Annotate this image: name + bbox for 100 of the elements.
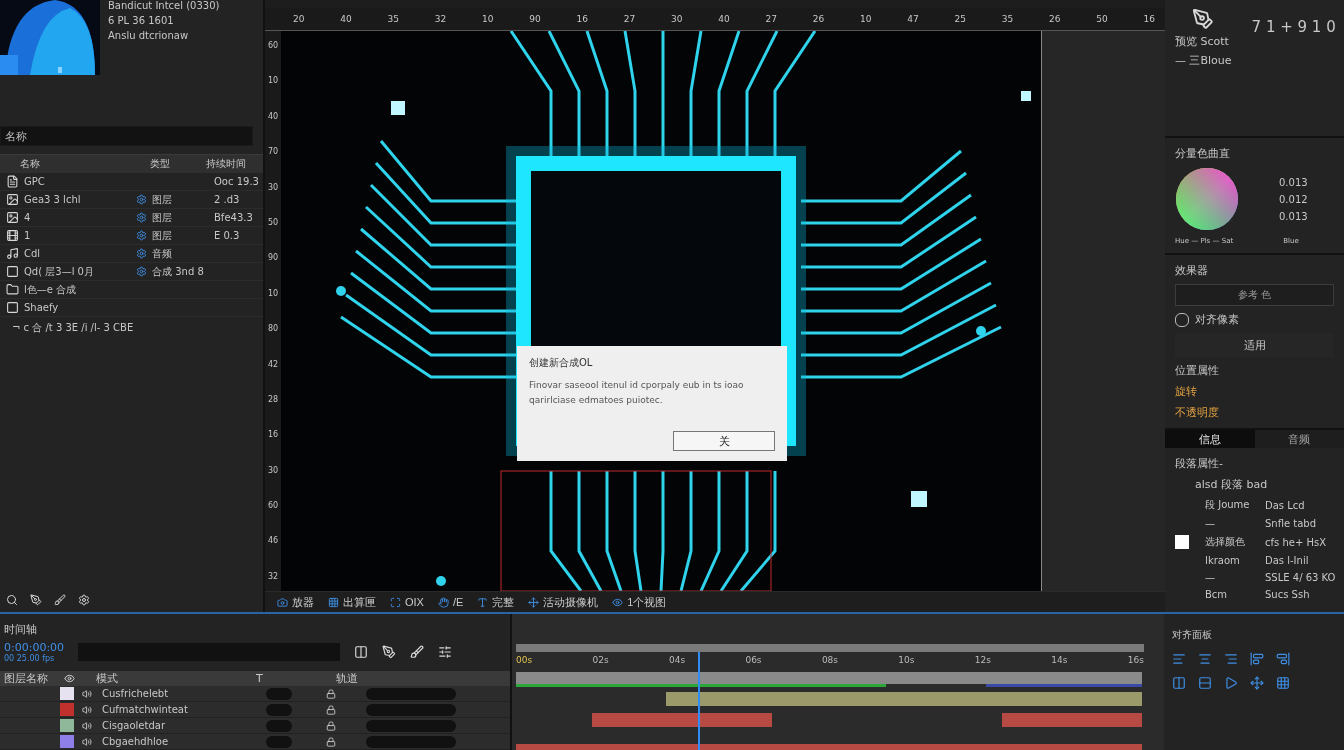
column-header[interactable]: 持续时间 <box>206 157 263 171</box>
tool-icon[interactable] <box>1192 8 1215 30</box>
parent-field[interactable] <box>366 735 456 748</box>
brush-icon[interactable] <box>410 645 425 659</box>
ruler-label: 27 <box>765 14 777 24</box>
panel-title: 对齐面板 <box>1172 628 1213 642</box>
item-name[interactable]: Gea3 3 lchl <box>24 194 136 205</box>
column-header[interactable]: 类型 <box>150 157 206 171</box>
file-info-text: 6 PL 36 1601 <box>108 15 175 26</box>
panel-tab[interactable]: 信息 <box>1165 430 1255 448</box>
lock-icon[interactable] <box>326 704 336 715</box>
label-color[interactable] <box>60 687 74 700</box>
align-bottom-icon[interactable] <box>1276 652 1290 666</box>
item-type: 合成 3nd 8 <box>152 264 205 279</box>
time-label: 04s <box>668 655 686 665</box>
lock-icon[interactable] <box>326 688 336 699</box>
settings-icon[interactable] <box>78 594 90 606</box>
color-swatch[interactable] <box>1175 535 1189 549</box>
viewer-tool-button[interactable]: 活动摄像机 <box>528 594 599 610</box>
label-color[interactable] <box>60 719 74 732</box>
viewer-tool-button[interactable]: 出算匣 <box>328 594 376 610</box>
row-value: SSLE 4/ 63 KO <box>1265 572 1337 583</box>
item-name[interactable]: Cdl <box>24 248 136 259</box>
distribute-icon[interactable] <box>1198 676 1212 690</box>
audio-icon[interactable] <box>82 704 92 715</box>
ruler-label: 26 <box>1049 14 1061 24</box>
file-icon <box>6 211 19 224</box>
audio-icon[interactable] <box>82 688 92 699</box>
move-icon <box>528 596 540 608</box>
column-header[interactable]: 名称 <box>20 157 150 171</box>
pen-icon[interactable] <box>382 645 397 659</box>
audio-icon[interactable] <box>82 736 92 747</box>
item-name[interactable]: Qd( 层3—l 0月 <box>24 264 136 279</box>
section-title: 段落属性- <box>1175 456 1224 471</box>
brush-icon[interactable] <box>54 594 66 606</box>
distribute-icon[interactable] <box>1172 676 1186 690</box>
ruler-label: 26 <box>812 14 825 24</box>
property-label: 不透明度 <box>1175 405 1220 420</box>
align-checkbox[interactable] <box>1175 312 1189 327</box>
file-icon <box>6 193 19 206</box>
item-duration: Bfe43.3 <box>214 212 254 223</box>
viewer-tool-button[interactable]: OIX <box>390 596 424 608</box>
timecode[interactable]: 0:00:00:00 <box>4 641 65 654</box>
label-color[interactable] <box>60 703 74 716</box>
ruler-label: 70 <box>267 147 279 157</box>
parent-field[interactable] <box>366 703 456 716</box>
time-label: 06s <box>745 655 762 665</box>
color-wheel[interactable] <box>1175 167 1239 231</box>
eye-icon <box>64 673 75 684</box>
viewer-tool-button[interactable]: 完整 <box>477 594 515 610</box>
align-center-icon[interactable] <box>1198 652 1212 666</box>
checkbox-label: 对齐像素 <box>1195 312 1239 327</box>
move-icon[interactable] <box>1250 676 1264 690</box>
row-value: Snfle tabd <box>1265 518 1318 529</box>
file-info-text: Anslu dtcrionaw <box>108 30 190 41</box>
ruler-label: 30 <box>267 465 279 475</box>
grid-icon[interactable] <box>1276 676 1290 690</box>
align-right-icon[interactable] <box>1224 652 1238 666</box>
frame-icon <box>390 596 401 608</box>
ruler-label: 10 <box>482 14 494 24</box>
file-icon <box>6 283 19 296</box>
ruler-label: 30 <box>671 14 683 24</box>
dialog-title: 创建新合成OL <box>529 356 594 370</box>
align-left-icon[interactable] <box>1172 652 1186 666</box>
lock-icon[interactable] <box>326 736 336 747</box>
ruler-label: 60 <box>267 41 279 50</box>
item-name[interactable]: 4 <box>24 212 136 223</box>
item-type: 图层 <box>152 228 173 243</box>
parent-field[interactable] <box>366 687 456 700</box>
viewer-tool-button[interactable]: 放器 <box>277 594 314 610</box>
close-button[interactable]: 关 <box>673 431 775 451</box>
lock-icon[interactable] <box>326 720 336 731</box>
search-field[interactable]: 名称 <box>0 126 253 146</box>
item-name[interactable]: GPC <box>24 176 136 187</box>
item-name[interactable]: Shaefy <box>24 302 136 313</box>
effect-field[interactable]: 参考 色 <box>1175 284 1334 306</box>
section-title: 效果器 <box>1175 263 1209 278</box>
item-name[interactable]: l色—e 合成 <box>24 282 136 297</box>
property-label: 旋转 <box>1175 384 1198 399</box>
search-icon[interactable] <box>6 594 18 606</box>
ruler-label: 90 <box>267 253 279 263</box>
align-top-icon[interactable] <box>1250 652 1264 666</box>
parent-field[interactable] <box>366 719 456 732</box>
ruler-label: 10 <box>267 76 279 86</box>
audio-icon[interactable] <box>82 720 92 731</box>
label-color[interactable] <box>60 735 74 748</box>
panel-title: 时间轴 <box>4 622 38 637</box>
ruler-label: 16 <box>1143 14 1155 24</box>
ruler-label: 47 <box>907 14 919 24</box>
timecode: 7 1 + 9 1 0 <box>1251 18 1336 36</box>
type-icon <box>136 248 147 259</box>
pen-icon[interactable] <box>30 594 42 606</box>
panel-tab[interactable]: 音频 <box>1254 430 1344 448</box>
time-label: 08s <box>821 655 839 665</box>
viewer-tool-button[interactable]: 1个视图 <box>612 594 667 610</box>
play-icon[interactable] <box>1224 676 1238 690</box>
ruler-label: 42 <box>267 359 279 369</box>
item-name[interactable]: 1 <box>24 230 136 241</box>
color-value: 0.013 <box>1279 210 1308 222</box>
viewer-tool-button[interactable]: /E <box>437 596 464 608</box>
